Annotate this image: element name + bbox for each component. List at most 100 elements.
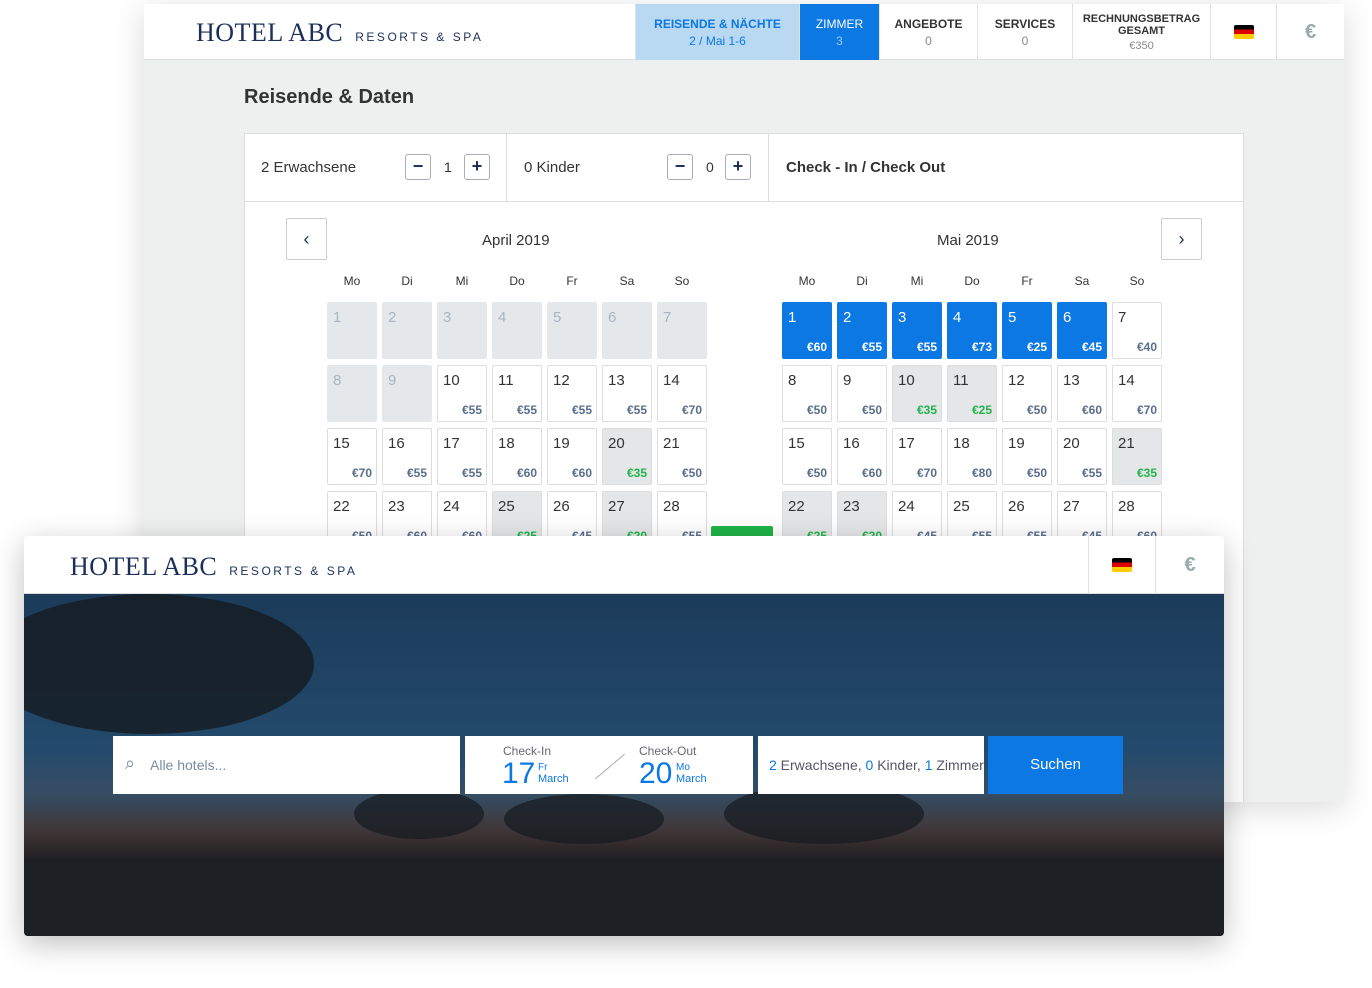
- guests-selector[interactable]: 2 Erwachsene, 0 Kinder, 1 Zimmer: [758, 736, 984, 794]
- adults-plus-button[interactable]: +: [464, 154, 490, 180]
- day-number: 26: [553, 498, 570, 515]
- next-month-button[interactable]: ›: [1161, 218, 1202, 260]
- day-price: €60: [861, 466, 882, 480]
- day-number: 1: [333, 309, 342, 326]
- calendar-day[interactable]: 18 €60: [492, 428, 542, 485]
- language-button[interactable]: [1088, 536, 1155, 594]
- logo[interactable]: HOTEL ABC RESORTS & SPA: [196, 18, 483, 48]
- day-number: 10: [443, 372, 460, 389]
- day-price: €60: [806, 340, 827, 354]
- day-number: 7: [663, 309, 672, 326]
- day-price: €70: [1136, 403, 1157, 417]
- weekday-label: Fr: [566, 274, 578, 288]
- weekday-label: Di: [401, 274, 413, 288]
- calendar-day[interactable]: 20 €55: [1057, 428, 1107, 485]
- day-price: €55: [571, 403, 592, 417]
- calendar-day[interactable]: 7 €40: [1112, 302, 1162, 359]
- day-number: 15: [333, 435, 350, 452]
- day-price: €60: [571, 466, 592, 480]
- day-price: €55: [916, 340, 937, 354]
- day-number: 12: [1008, 372, 1025, 389]
- tab-angebote[interactable]: ANGEBOTE 0: [879, 4, 977, 60]
- adults-minus-button[interactable]: −: [405, 154, 431, 180]
- calendar-day[interactable]: 6 €45: [1057, 302, 1107, 359]
- calendar-day[interactable]: 1 €60: [782, 302, 832, 359]
- tab-zimmer[interactable]: ZIMMER 3: [799, 4, 879, 60]
- calendar-day[interactable]: 15 €70: [327, 428, 377, 485]
- calendar-day: 6: [602, 302, 652, 359]
- day-number: 25: [953, 498, 970, 515]
- weekday-label: Di: [856, 274, 868, 288]
- calendar-day[interactable]: 21 €35: [1112, 428, 1162, 485]
- calendar-day[interactable]: 15 €50: [782, 428, 832, 485]
- day-number: 28: [663, 498, 680, 515]
- calendar-day[interactable]: 9 €50: [837, 365, 887, 422]
- calendar-day: 1: [327, 302, 377, 359]
- hotel-search-input[interactable]: ⌕ Alle hotels...: [113, 736, 460, 794]
- day-number: 22: [788, 498, 805, 515]
- calendar-day[interactable]: 19 €50: [1002, 428, 1052, 485]
- day-price: €55: [461, 466, 482, 480]
- calendar-day[interactable]: 16 €60: [837, 428, 887, 485]
- month-title: April 2019: [482, 232, 550, 249]
- calendar-day[interactable]: 4 €73: [947, 302, 997, 359]
- children-minus-button[interactable]: −: [667, 154, 693, 180]
- weekday-label: Mo: [343, 274, 361, 288]
- search-button[interactable]: Suchen: [988, 736, 1123, 794]
- calendar-day[interactable]: 11 €25: [947, 365, 997, 422]
- day-number: 6: [608, 309, 617, 326]
- calendar-day[interactable]: 19 €60: [547, 428, 597, 485]
- page-title: Reisende & Daten: [244, 86, 415, 108]
- day-price: €50: [1026, 403, 1047, 417]
- day-number: 2: [388, 309, 397, 326]
- weekday-label: Mi: [910, 274, 924, 288]
- calendar-day: 3: [437, 302, 487, 359]
- day-number: 23: [388, 498, 405, 515]
- checkinout-label: Check - In / Check Out: [786, 159, 946, 176]
- tab-services[interactable]: SERVICES 0: [977, 4, 1072, 60]
- day-price: €45: [1081, 340, 1102, 354]
- language-button[interactable]: [1210, 4, 1276, 60]
- calendar-day[interactable]: 11 €55: [492, 365, 542, 422]
- date-picker[interactable]: Check-In 17 Fr March Check-Out 20 Mo Mar…: [465, 736, 753, 794]
- calendar-day[interactable]: 16 €55: [382, 428, 432, 485]
- calendar-day[interactable]: 8 €50: [782, 365, 832, 422]
- currency-button[interactable]: €: [1155, 536, 1224, 594]
- day-price: €70: [916, 466, 937, 480]
- day-number: 21: [1118, 435, 1135, 452]
- calendar-day[interactable]: 10 €35: [892, 365, 942, 422]
- calendar-day[interactable]: 12 €50: [1002, 365, 1052, 422]
- day-number: 3: [443, 309, 452, 326]
- calendar-day[interactable]: 20 €35: [602, 428, 652, 485]
- logo[interactable]: HOTEL ABC RESORTS & SPA: [70, 552, 357, 582]
- children-plus-button[interactable]: +: [725, 154, 751, 180]
- prev-month-button[interactable]: ‹: [286, 218, 327, 260]
- calendar-day[interactable]: 2 €55: [837, 302, 887, 359]
- calendar-day[interactable]: 14 €70: [657, 365, 707, 422]
- day-number: 27: [608, 498, 625, 515]
- day-number: 8: [788, 372, 797, 389]
- calendar-day[interactable]: 5 €25: [1002, 302, 1052, 359]
- day-number: 16: [843, 435, 860, 452]
- day-number: 4: [498, 309, 507, 326]
- day-number: 9: [388, 372, 397, 389]
- calendar-day[interactable]: 12 €55: [547, 365, 597, 422]
- currency-button[interactable]: €: [1276, 4, 1344, 60]
- calendar-day[interactable]: 3 €55: [892, 302, 942, 359]
- calendar-day[interactable]: 14 €70: [1112, 365, 1162, 422]
- day-number: 28: [1118, 498, 1135, 515]
- day-number: 11: [498, 372, 514, 389]
- calendar-day[interactable]: 17 €70: [892, 428, 942, 485]
- day-price: €40: [1136, 340, 1157, 354]
- calendar-day[interactable]: 21 €50: [657, 428, 707, 485]
- day-price: €55: [406, 466, 427, 480]
- calendar-day[interactable]: 10 €55: [437, 365, 487, 422]
- tab-reisende[interactable]: REISENDE & NÄCHTE 2 / Mai 1-6: [635, 4, 799, 60]
- calendar-day[interactable]: 13 €60: [1057, 365, 1107, 422]
- day-number: 26: [1008, 498, 1025, 515]
- day-number: 23: [843, 498, 860, 515]
- calendar-day[interactable]: 18 €80: [947, 428, 997, 485]
- tab-total[interactable]: RECHNUNGSBETRAG GESAMT €350: [1072, 4, 1210, 60]
- calendar-day[interactable]: 13 €55: [602, 365, 652, 422]
- calendar-day[interactable]: 17 €55: [437, 428, 487, 485]
